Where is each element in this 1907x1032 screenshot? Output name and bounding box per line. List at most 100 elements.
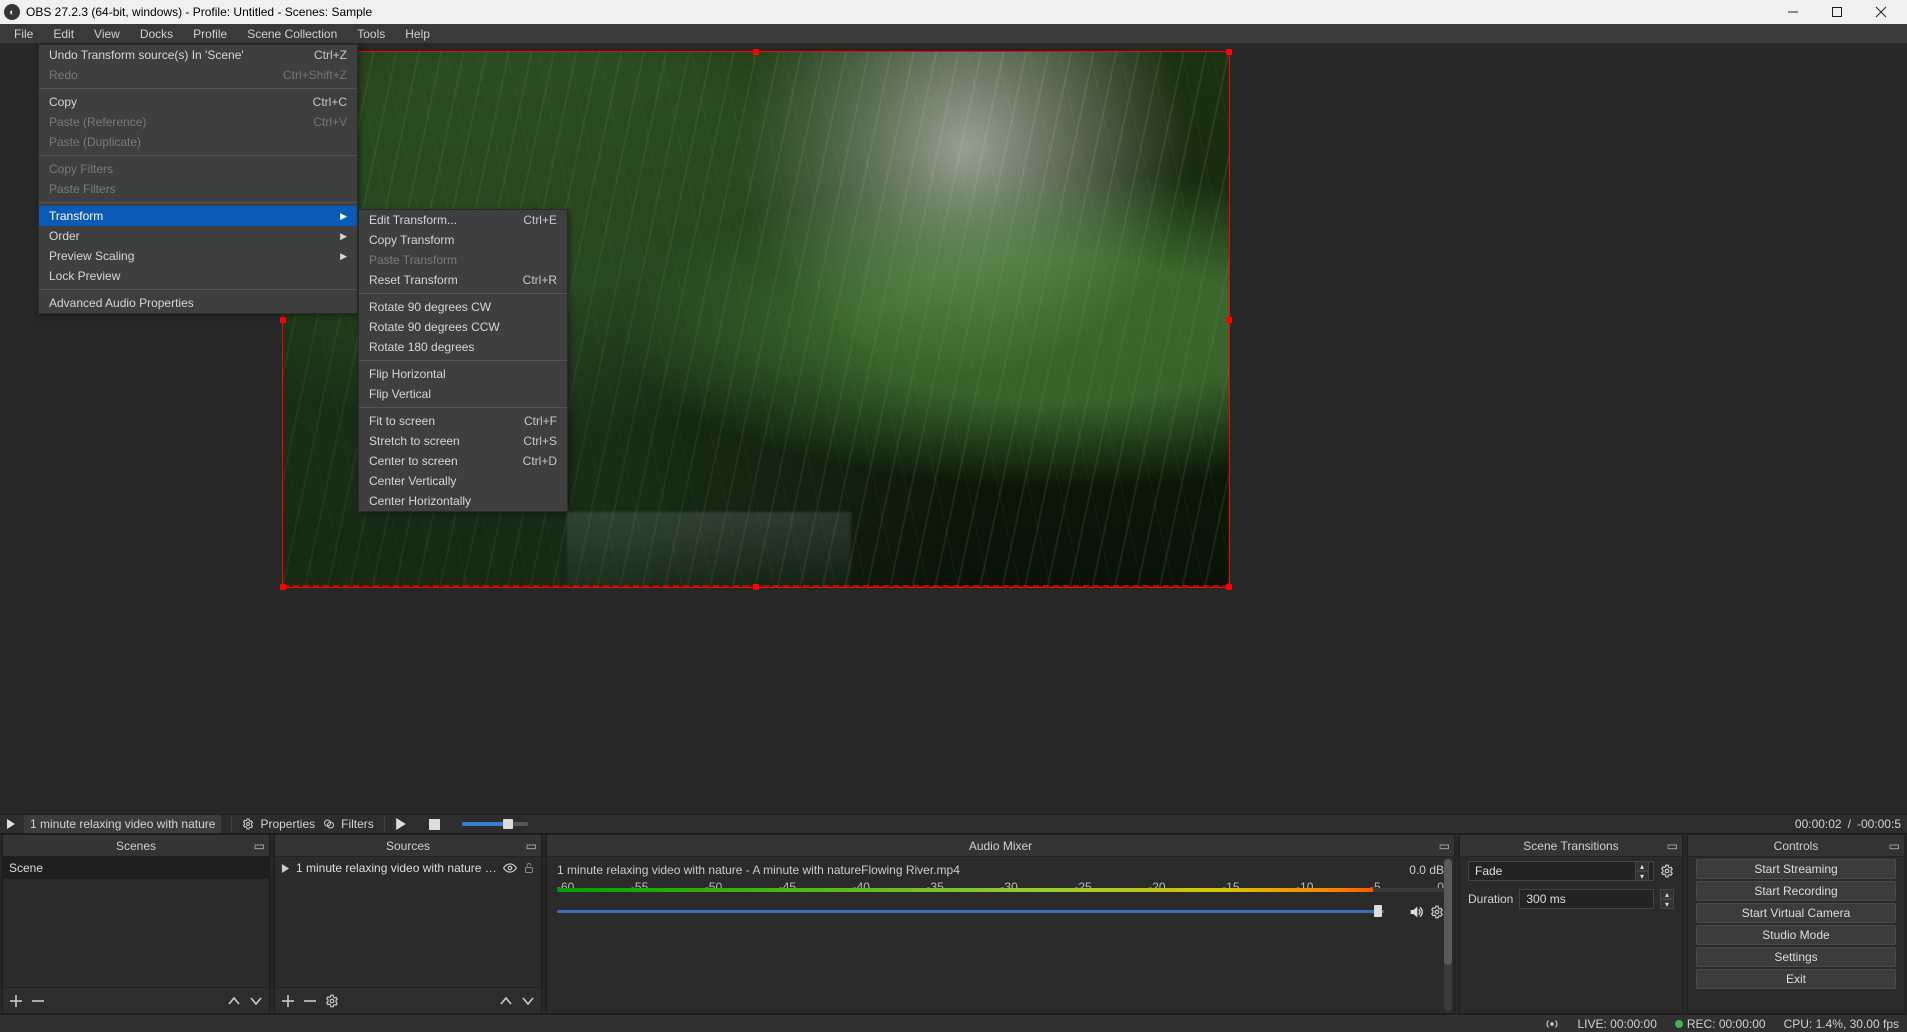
source-down-button[interactable] bbox=[521, 996, 535, 1006]
status-live: LIVE: 00:00:00 bbox=[1577, 1017, 1656, 1031]
volume-thumb[interactable] bbox=[1374, 905, 1382, 917]
maximize-button[interactable] bbox=[1815, 0, 1859, 24]
edit-menu-item: Paste Filters bbox=[39, 179, 357, 199]
menu-help[interactable]: Help bbox=[395, 25, 440, 43]
window-title: OBS 27.2.3 (64-bit, windows) - Profile: … bbox=[26, 5, 372, 19]
edit-menu-item[interactable]: Advanced Audio Properties bbox=[39, 293, 357, 313]
status-cpu: CPU: 1.4%, 30.00 fps bbox=[1784, 1017, 1899, 1031]
add-scene-button[interactable] bbox=[9, 994, 23, 1008]
close-button[interactable] bbox=[1859, 0, 1903, 24]
edit-menu-item[interactable]: Transform▶ bbox=[39, 206, 357, 226]
transform-menu-item[interactable]: Flip Horizontal bbox=[359, 364, 567, 384]
popout-icon[interactable]: ▭ bbox=[1439, 839, 1450, 853]
volume-slider[interactable] bbox=[557, 910, 1384, 913]
minimize-button[interactable] bbox=[1771, 0, 1815, 24]
edit-menu-item[interactable]: Preview Scaling▶ bbox=[39, 246, 357, 266]
menu-item-label: Paste (Reference) bbox=[49, 115, 289, 129]
spin-up[interactable]: ▴ bbox=[1660, 889, 1674, 899]
resize-handle[interactable] bbox=[280, 584, 286, 590]
transform-menu-item[interactable]: Rotate 90 degrees CW bbox=[359, 297, 567, 317]
menu-profile[interactable]: Profile bbox=[183, 25, 237, 43]
control-button-start-virtual-camera[interactable]: Start Virtual Camera bbox=[1696, 903, 1896, 923]
transform-menu-item[interactable]: Copy Transform bbox=[359, 230, 567, 250]
filters-icon bbox=[323, 818, 335, 830]
visibility-icon[interactable] bbox=[503, 861, 517, 875]
edit-menu-item: Paste (Duplicate) bbox=[39, 132, 357, 152]
control-button-settings[interactable]: Settings bbox=[1696, 947, 1896, 967]
submenu-arrow-icon: ▶ bbox=[340, 231, 347, 242]
resize-handle[interactable] bbox=[1226, 584, 1232, 590]
scene-row[interactable]: Scene bbox=[3, 857, 269, 879]
duration-label: Duration bbox=[1468, 892, 1513, 906]
add-source-button[interactable] bbox=[281, 994, 295, 1008]
media-stop-button[interactable] bbox=[429, 819, 440, 830]
source-row[interactable]: 1 minute relaxing video with nature - A … bbox=[275, 857, 541, 879]
transform-menu-item[interactable]: Flip Vertical bbox=[359, 384, 567, 404]
popout-icon[interactable]: ▭ bbox=[254, 839, 265, 853]
status-bar: LIVE: 00:00:00 REC: 00:00:00 CPU: 1.4%, … bbox=[0, 1014, 1907, 1032]
media-seek-slider[interactable] bbox=[462, 822, 528, 826]
transition-settings-button[interactable] bbox=[1660, 864, 1674, 878]
media-play-button[interactable] bbox=[395, 818, 407, 830]
scenes-panel: Scenes ▭ Scene bbox=[2, 834, 270, 1014]
control-button-start-recording[interactable]: Start Recording bbox=[1696, 881, 1896, 901]
edit-menu-item[interactable]: Lock Preview bbox=[39, 266, 357, 286]
resize-handle[interactable] bbox=[280, 317, 286, 323]
edit-menu-item[interactable]: CopyCtrl+C bbox=[39, 92, 357, 112]
filters-button[interactable]: Filters bbox=[323, 817, 374, 831]
titlebar: ◐ OBS 27.2.3 (64-bit, windows) - Profile… bbox=[0, 0, 1907, 24]
menu-shortcut: Ctrl+Shift+Z bbox=[283, 68, 347, 82]
transition-select[interactable]: Fade ▴▾ bbox=[1468, 861, 1654, 881]
transform-menu-item[interactable]: Reset TransformCtrl+R bbox=[359, 270, 567, 290]
play-icon[interactable] bbox=[6, 819, 16, 829]
menu-shortcut: Ctrl+V bbox=[313, 115, 347, 129]
scene-down-button[interactable] bbox=[249, 996, 263, 1006]
duration-input[interactable]: 300 ms bbox=[1519, 889, 1654, 909]
track-settings-icon[interactable] bbox=[1430, 905, 1444, 919]
remove-scene-button[interactable] bbox=[31, 994, 45, 1008]
edit-menu-item[interactable]: Order▶ bbox=[39, 226, 357, 246]
menu-scene-collection[interactable]: Scene Collection bbox=[237, 25, 347, 43]
menu-file[interactable]: File bbox=[4, 25, 43, 43]
source-settings-button[interactable] bbox=[325, 994, 339, 1008]
speaker-icon[interactable] bbox=[1408, 904, 1424, 920]
rec-indicator-icon bbox=[1675, 1020, 1683, 1028]
resize-handle[interactable] bbox=[1226, 317, 1232, 323]
popout-icon[interactable]: ▭ bbox=[1889, 839, 1900, 853]
time-sep: / bbox=[1848, 817, 1851, 831]
menu-tools[interactable]: Tools bbox=[347, 25, 395, 43]
menu-edit[interactable]: Edit bbox=[43, 25, 84, 43]
play-icon bbox=[281, 864, 290, 873]
lock-icon[interactable] bbox=[523, 862, 535, 874]
resize-handle[interactable] bbox=[753, 49, 759, 55]
mixer-track: 1 minute relaxing video with nature - A … bbox=[547, 857, 1454, 926]
transform-menu-item: Paste Transform bbox=[359, 250, 567, 270]
transform-menu-item[interactable]: Fit to screenCtrl+F bbox=[359, 411, 567, 431]
properties-button[interactable]: Properties bbox=[242, 817, 315, 831]
transform-menu-item[interactable]: Rotate 90 degrees CCW bbox=[359, 317, 567, 337]
menu-item-label: Paste Transform bbox=[369, 253, 557, 267]
transform-menu-item[interactable]: Center to screenCtrl+D bbox=[359, 451, 567, 471]
control-button-start-streaming[interactable]: Start Streaming bbox=[1696, 859, 1896, 879]
control-button-exit[interactable]: Exit bbox=[1696, 969, 1896, 989]
popout-icon[interactable]: ▭ bbox=[1667, 839, 1678, 853]
scene-up-button[interactable] bbox=[227, 996, 241, 1006]
transform-menu-item[interactable]: Rotate 180 degrees bbox=[359, 337, 567, 357]
scrollbar[interactable] bbox=[1444, 859, 1452, 1011]
remove-source-button[interactable] bbox=[303, 994, 317, 1008]
transform-menu-item[interactable]: Center Vertically bbox=[359, 471, 567, 491]
control-button-studio-mode[interactable]: Studio Mode bbox=[1696, 925, 1896, 945]
spin-down[interactable]: ▾ bbox=[1660, 899, 1674, 909]
menu-item-label: Redo bbox=[49, 68, 259, 82]
resize-handle[interactable] bbox=[753, 584, 759, 590]
scenes-title: Scenes bbox=[116, 839, 156, 853]
transform-menu-item[interactable]: Stretch to screenCtrl+S bbox=[359, 431, 567, 451]
edit-menu-item[interactable]: Undo Transform source(s) In 'Scene'Ctrl+… bbox=[39, 45, 357, 65]
menu-view[interactable]: View bbox=[84, 25, 130, 43]
transform-menu-item[interactable]: Center Horizontally bbox=[359, 491, 567, 511]
resize-handle[interactable] bbox=[1226, 49, 1232, 55]
transform-menu-item[interactable]: Edit Transform...Ctrl+E bbox=[359, 210, 567, 230]
menu-docks[interactable]: Docks bbox=[130, 25, 183, 43]
source-up-button[interactable] bbox=[499, 996, 513, 1006]
popout-icon[interactable]: ▭ bbox=[526, 839, 537, 853]
